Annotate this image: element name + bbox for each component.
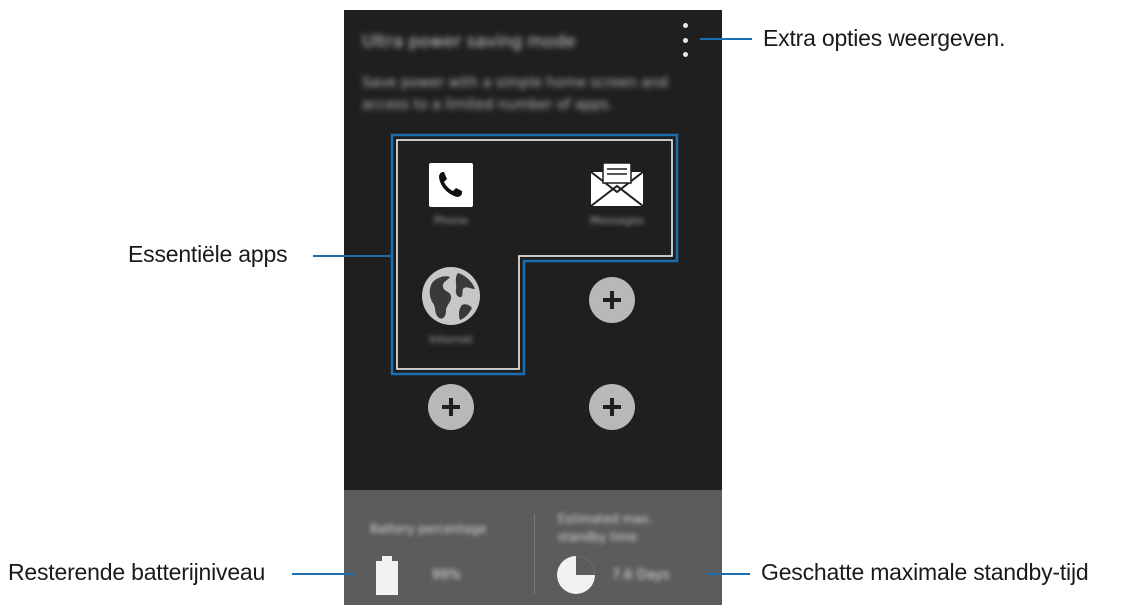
callout-more-options: Extra opties weergeven. [763,25,1006,51]
callout-line-apps [313,255,393,257]
callout-line-battery [292,573,356,575]
callout-line-more [700,38,752,40]
essential-apps-highlight [390,133,679,376]
callout-essential-apps: Essentiële apps [128,241,288,267]
callout-standby-time: Geschatte maximale standby-tijd [761,559,1089,585]
callout-line-standby [708,573,750,575]
callout-battery-level: Resterende batterijniveau [8,559,266,585]
